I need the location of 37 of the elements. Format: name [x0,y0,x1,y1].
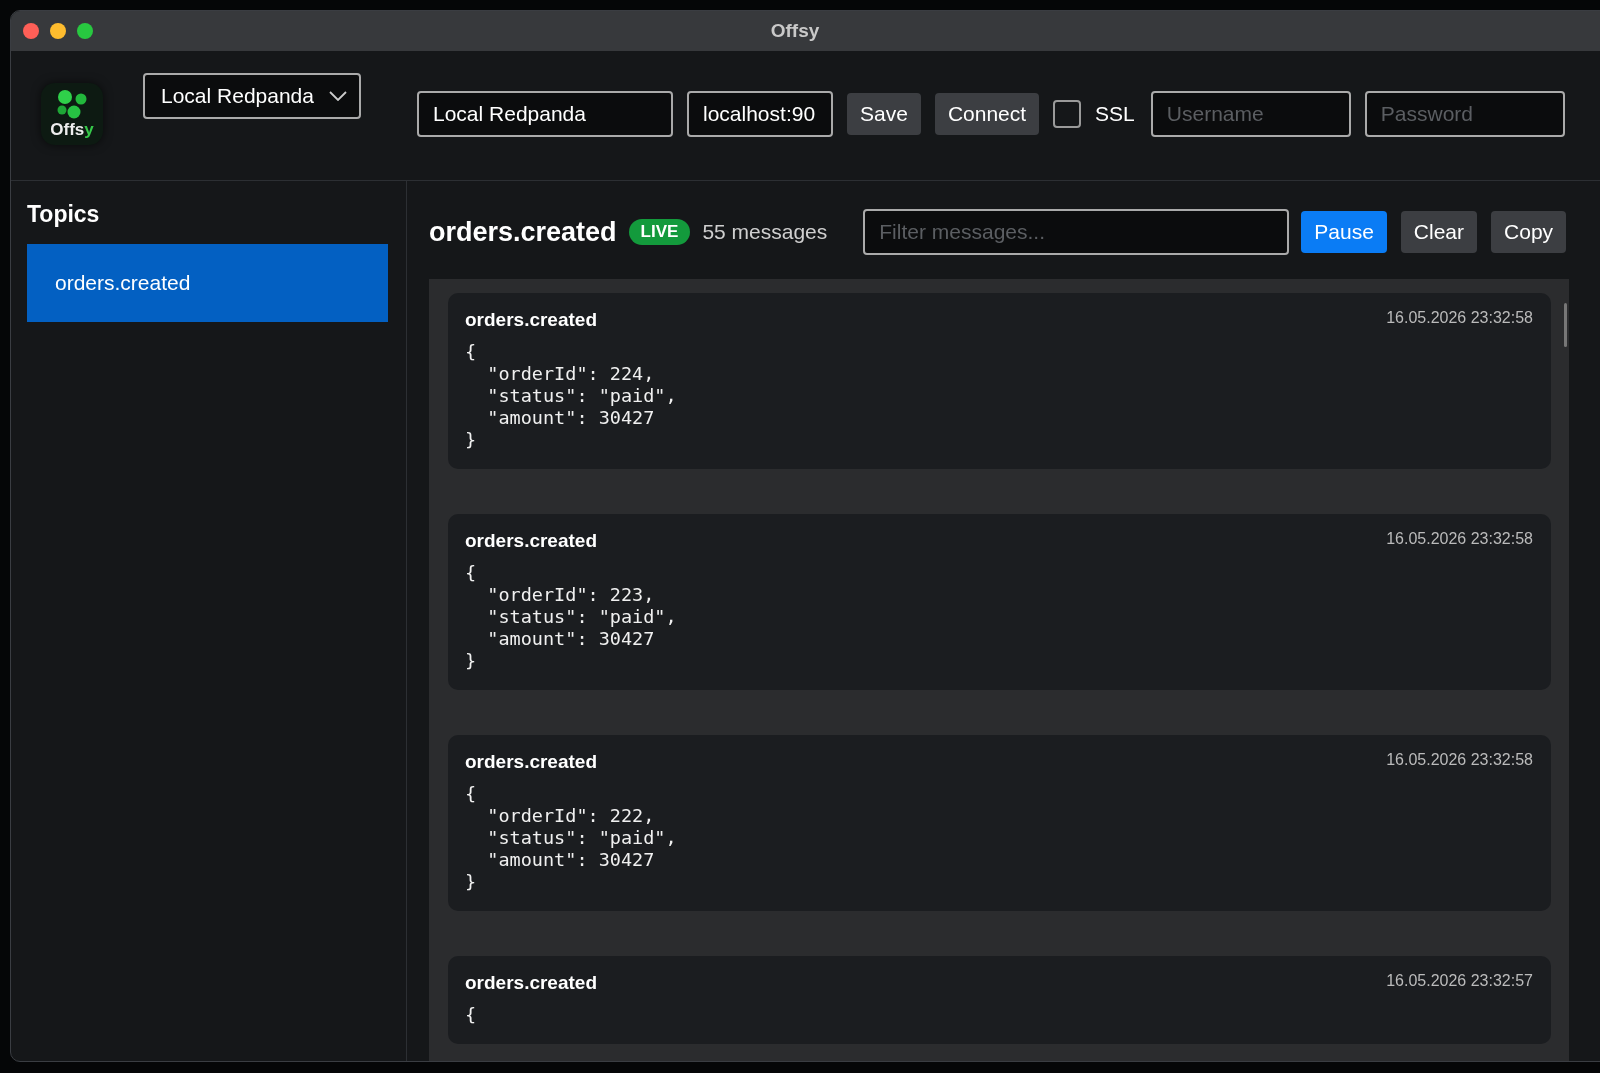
scrollbar-thumb[interactable] [1564,303,1567,347]
message-time: 16.05.2026 23:32:58 [1386,530,1533,548]
password-field[interactable]: Password [1364,91,1565,137]
action-button[interactable]: Connect [934,93,1040,135]
connection-select[interactable]: Local Redpanda [143,73,361,119]
sidebar-title: Topics [27,201,101,228]
message-count: 55 messages [702,220,828,244]
message-body: { "orderId": 224, "status": "paid", "amount": 30427 } [465,341,678,451]
minimize-button[interactable] [50,23,66,39]
topic-title: orders.created [429,216,617,248]
window-title: Offsy [770,20,820,42]
action-button[interactable]: Copy [1491,211,1567,253]
close-button[interactable] [23,23,39,39]
connection-name-field[interactable]: Local Redpanda [417,91,673,137]
action-button[interactable]: Save [847,93,921,135]
message-topic: orders.created [465,972,597,994]
ssl-checkbox[interactable] [1053,100,1082,128]
message-time: 16.05.2026 23:32:57 [1386,972,1533,990]
topic-item[interactable]: orders.created [27,244,388,322]
live-badge: LIVE [628,219,691,245]
message-body: { "orderId": 222, "status": "paid", "amount": 30427 } [465,783,678,893]
message-time: 16.05.2026 23:32:58 [1386,751,1533,769]
message-body: { [465,1004,478,1026]
message-topic: orders.created [465,530,597,552]
filter-field[interactable]: Filter messages... [863,209,1290,255]
host-field[interactable]: localhost:90 [687,91,833,137]
message-body: { "orderId": 223, "status": "paid", "amount": 30427 } [465,562,678,672]
message-time: 16.05.2026 23:32:58 [1386,309,1533,327]
message-topic: orders.created [465,751,597,773]
message-topic: orders.created [465,309,597,331]
app-logo: Offsy [41,83,103,145]
action-button[interactable]: Clear [1400,211,1478,253]
zoom-button[interactable] [77,23,93,39]
action-button[interactable]: Pause [1301,211,1387,253]
ssl-label: SSL [1095,102,1135,126]
username-field[interactable]: Username [1150,91,1351,137]
chevron-down-icon [329,91,347,101]
